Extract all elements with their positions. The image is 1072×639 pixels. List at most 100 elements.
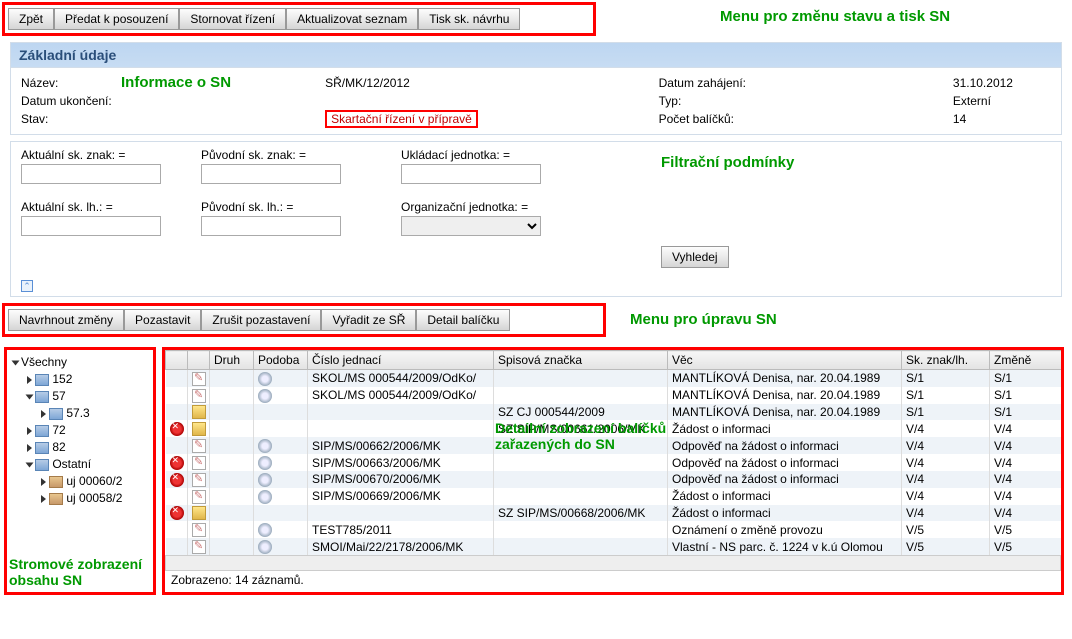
input-ukl-jedn[interactable] — [401, 164, 541, 184]
cell-cj: SIP/MS/00662/2006/MK — [308, 437, 494, 454]
input-akt-lh[interactable] — [21, 216, 161, 236]
label-start-date: Datum zahájení: — [659, 74, 953, 92]
annot-toolbar2: Menu pro úpravu SN — [630, 311, 777, 328]
tree-node[interactable]: Ostatní — [52, 457, 91, 471]
tree-root[interactable]: Všechny — [21, 355, 67, 369]
edit-icon[interactable] — [192, 456, 206, 470]
cell-zm: V/4 — [990, 488, 1065, 505]
cell-sk: S/1 — [902, 370, 990, 387]
cell-sz — [494, 488, 668, 505]
tree-node[interactable]: 72 — [52, 423, 65, 437]
table-row[interactable]: SIP/MS/00669/2006/MK Žádost o informaci V/… — [166, 488, 1065, 505]
tree-node[interactable]: uj 00058/2 — [66, 491, 122, 505]
delete-icon[interactable] — [170, 422, 184, 436]
propose-changes-button[interactable]: Navrhnout změny — [8, 309, 124, 331]
delete-icon[interactable] — [170, 456, 184, 470]
hdr-druh[interactable]: Druh — [210, 351, 254, 370]
annot-tree: Stromové zobrazení obsahu SN — [9, 556, 153, 588]
disc-icon — [258, 389, 272, 403]
edit-icon[interactable] — [192, 523, 206, 537]
hdr-zm[interactable]: Změně — [990, 351, 1065, 370]
edit-icon[interactable] — [192, 372, 206, 386]
disc-icon — [258, 540, 272, 554]
annot-toolbar1: Menu pro změnu stavu a tisk SN — [720, 8, 950, 25]
cell-cj — [308, 420, 494, 437]
hdr-cj[interactable]: Číslo jednací — [308, 351, 494, 370]
input-akt-znak[interactable] — [21, 164, 161, 184]
node-icon — [35, 374, 49, 386]
tree-node[interactable]: 82 — [52, 440, 65, 454]
tree-panel: Všechny 152 57 57.3 72 82 Ostatní uj 000… — [4, 347, 156, 595]
hdr-sk[interactable]: Sk. znak/lh. — [902, 351, 990, 370]
table-row[interactable]: SZ CJ 000544/2009MANTLÍKOVÁ Denisa, nar.… — [166, 404, 1065, 421]
edit-icon[interactable] — [192, 540, 206, 554]
table-row[interactable]: SKOL/MS 000544/2009/OdKo/MANTLÍKOVÁ Deni… — [166, 370, 1065, 387]
input-puv-znak[interactable] — [201, 164, 341, 184]
cell-vec: Odpověď na žádost o informaci — [668, 471, 902, 488]
tree-node[interactable]: uj 00060/2 — [66, 474, 122, 488]
back-button[interactable]: Zpět — [8, 8, 54, 30]
value-type: Externí — [953, 92, 1051, 110]
table-row[interactable]: SIP/MS/00670/2006/MKOdpověď na žádost o … — [166, 471, 1065, 488]
node-icon — [49, 408, 63, 420]
suspend-button[interactable]: Pozastavit — [124, 309, 201, 331]
refresh-list-button[interactable]: Aktualizovat seznam — [286, 8, 418, 30]
annot-info: Informace o SN — [121, 74, 231, 91]
folder-icon — [192, 506, 206, 520]
select-org-jedn[interactable] — [401, 216, 541, 236]
print-button[interactable]: Tisk sk. návrhu — [418, 8, 520, 30]
collapse-toggle[interactable]: ⌃ — [21, 280, 33, 292]
table-row[interactable]: SZ SIP/MS/00668/2006/MKŽádost o informac… — [166, 505, 1065, 522]
hdr-sz[interactable]: Spisová značka — [494, 351, 668, 370]
cancel-proc-button[interactable]: Stornovat řízení — [179, 8, 286, 30]
cell-zm: V/4 — [990, 437, 1065, 454]
submit-review-button[interactable]: Předat k posouzení — [54, 8, 179, 30]
edit-icon[interactable] — [192, 439, 206, 453]
value-package-count: 14 — [953, 110, 1051, 128]
table-row[interactable]: SIP/MS/00663/2006/MKOdpověď na žádost o … — [166, 454, 1065, 471]
input-puv-lh[interactable] — [201, 216, 341, 236]
cell-vec: Žádost o informaci — [668, 488, 902, 505]
annot-detail: Detailní zobrazení balíčků zařazených do… — [495, 420, 675, 452]
node-icon — [35, 391, 49, 403]
state-toolbar: Zpět Předat k posouzení Stornovat řízení… — [2, 2, 596, 36]
cell-zm: V/5 — [990, 521, 1065, 538]
status-line: Zobrazeno: 14 záznamů. — [165, 571, 1061, 589]
disc-icon — [258, 439, 272, 453]
cell-zm: V/4 — [990, 454, 1065, 471]
tree-node[interactable]: 57 — [52, 389, 65, 403]
cell-zm: V/4 — [990, 505, 1065, 522]
table-row[interactable]: SKOL/MS 000544/2009/OdKo/MANTLÍKOVÁ Deni… — [166, 387, 1065, 404]
remove-button[interactable]: Vyřadit ze SŘ — [321, 309, 416, 331]
hdr-podoba[interactable]: Podoba — [254, 351, 308, 370]
horizontal-scrollbar[interactable] — [165, 555, 1061, 571]
unsuspend-button[interactable]: Zrušit pozastavení — [201, 309, 321, 331]
edit-toolbar: Navrhnout změny Pozastavit Zrušit pozast… — [2, 303, 606, 337]
cell-sz — [494, 454, 668, 471]
search-button[interactable]: Vyhledej — [661, 246, 729, 268]
lbl-ukl-jedn: Ukládací jednotka: = — [401, 148, 601, 162]
box-icon — [49, 476, 63, 488]
cell-sk: V/4 — [902, 454, 990, 471]
cell-cj: SIP/MS/00669/2006/MK — [308, 488, 494, 505]
edit-icon[interactable] — [192, 490, 206, 504]
cell-sz — [494, 521, 668, 538]
value-state: Skartační řízení v přípravě — [325, 110, 478, 128]
package-detail-button[interactable]: Detail balíčku — [416, 309, 510, 331]
edit-icon[interactable] — [192, 473, 206, 487]
cell-vec: Odpověď na žádost o informaci — [668, 437, 902, 454]
folder-icon — [192, 422, 206, 436]
delete-icon[interactable] — [170, 506, 184, 520]
delete-icon[interactable] — [170, 473, 184, 487]
hdr-vec[interactable]: Věc — [668, 351, 902, 370]
table-row[interactable]: SMOI/Mai/22/2178/2006/MKVlastní - NS par… — [166, 538, 1065, 555]
edit-icon[interactable] — [192, 389, 206, 403]
cell-sk: V/5 — [902, 521, 990, 538]
cell-vec: MANTLÍKOVÁ Denisa, nar. 20.04.1989 — [668, 404, 902, 421]
cell-sk: V/4 — [902, 505, 990, 522]
tree-node[interactable]: 57.3 — [66, 406, 89, 420]
table-row[interactable]: TEST785/2011Oznámení o změně provozuV/5V… — [166, 521, 1065, 538]
cell-sz — [494, 471, 668, 488]
disc-icon — [258, 456, 272, 470]
tree-node[interactable]: 152 — [52, 372, 72, 386]
